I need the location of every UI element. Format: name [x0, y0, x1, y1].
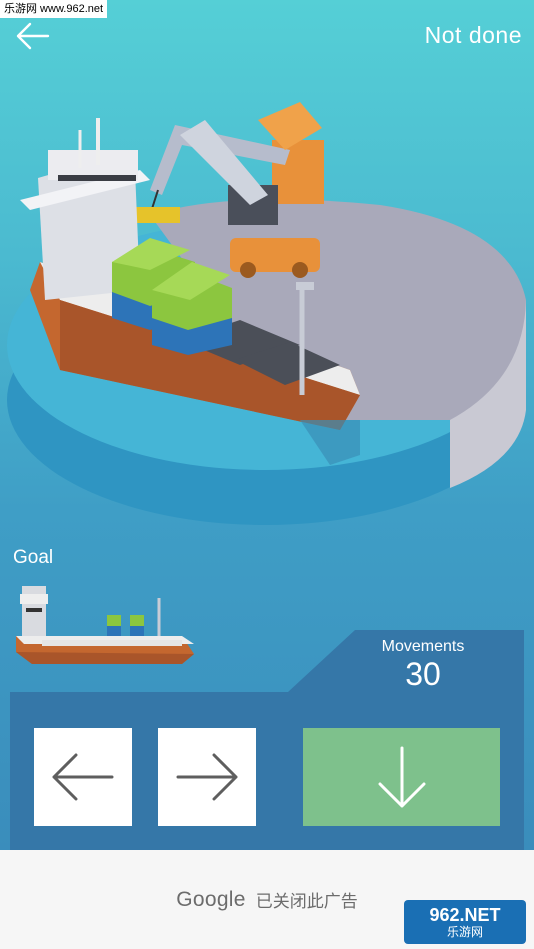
watermark-logo-sub: 乐游网 [446, 925, 483, 939]
drop-button[interactable] [303, 728, 500, 826]
ad-brand: Google [176, 887, 246, 911]
move-right-button[interactable] [158, 728, 256, 826]
arrow-left-icon [52, 753, 114, 801]
watermark-logo-main: 962.NET [429, 905, 501, 925]
status-label: Not done [424, 22, 522, 48]
movements-count: 30 [405, 656, 441, 692]
arrow-left-icon [16, 22, 50, 50]
movements-label: Movements [381, 638, 465, 655]
arrow-right-icon [176, 753, 238, 801]
arrow-down-icon [378, 746, 425, 808]
game-scene: 乐游网 www.962.net Not done Goal Movements … [0, 0, 534, 850]
move-left-button[interactable] [34, 728, 132, 826]
back-button[interactable] [10, 16, 54, 56]
watermark-logo: 962.NET 乐游网 [404, 900, 526, 944]
ad-closed-text: 已关闭此广告 [255, 892, 358, 911]
goal-label: Goal [13, 547, 54, 568]
harbor-illustration [7, 102, 526, 525]
